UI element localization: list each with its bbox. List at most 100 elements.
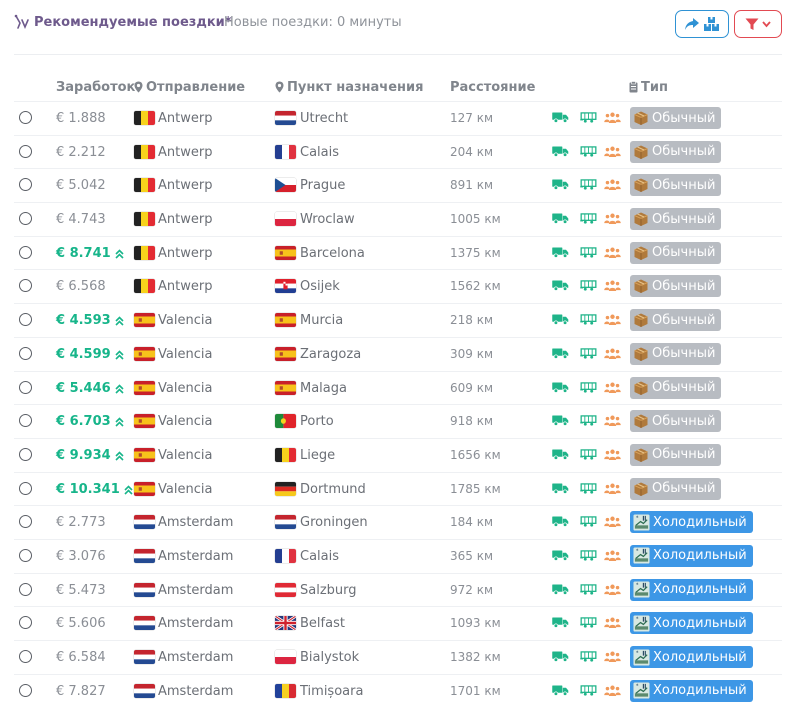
- destination-city: Utrecht: [300, 111, 349, 126]
- destination-flag-icon: [275, 144, 296, 159]
- table-row[interactable]: € 4.599 Valencia Zaragoza 309 км Обычный: [14, 336, 782, 371]
- origin-city: Valencia: [158, 414, 213, 430]
- cargo-type-label: Обычный: [652, 380, 716, 395]
- destination-flag-icon: [275, 481, 296, 496]
- table-row[interactable]: € 2.212 Antwerp Calais 204 км Обычный: [14, 134, 782, 169]
- earnings-value: € 3.076: [56, 549, 106, 564]
- table-row[interactable]: € 9.934 Valencia Liege 1656 км Обычный: [14, 437, 782, 472]
- row-select-radio[interactable]: [19, 279, 32, 293]
- table-row[interactable]: € 2.773 Amsterdam Groningen 184 км * Холодиль…: [14, 505, 782, 539]
- earnings-value: € 10.341: [56, 482, 133, 497]
- origin-flag-icon: [134, 313, 155, 328]
- column-origin[interactable]: Отправление: [134, 80, 245, 95]
- distance-value: 184 км: [450, 515, 494, 530]
- origin-flag-icon: [134, 111, 155, 125]
- distance-value: 609 км: [450, 380, 494, 395]
- team-icon: [604, 617, 621, 632]
- trailer-icon: [580, 516, 597, 531]
- distance-value: 127 км: [450, 111, 494, 125]
- row-select-radio[interactable]: [19, 144, 32, 158]
- table-row[interactable]: € 5.042 Antwerp Prague 891 км Обычный: [14, 168, 782, 202]
- share-trips-button[interactable]: [675, 10, 729, 38]
- origin-city: Valencia: [158, 447, 213, 463]
- row-select-radio[interactable]: [19, 582, 32, 596]
- destination-flag-icon: [275, 380, 296, 395]
- origin-city: Amsterdam: [158, 616, 234, 632]
- earnings-value: € 5.606: [56, 616, 106, 631]
- box-icon: [633, 278, 649, 294]
- origin-city: Valencia: [158, 313, 213, 329]
- earnings-text: € 6.568: [56, 279, 106, 295]
- row-select-radio[interactable]: [19, 650, 32, 663]
- origin-city: Antwerp: [158, 144, 213, 160]
- table-row[interactable]: € 1.888 Antwerp Utrecht 127 км Обычный: [14, 101, 782, 135]
- destination-flag-icon: [275, 582, 296, 597]
- table-row[interactable]: € 4.743 Antwerp Wroclaw 1005 км Обычный: [14, 202, 782, 236]
- row-select-radio[interactable]: [19, 683, 32, 697]
- earnings-text: € 5.473: [56, 582, 106, 598]
- table-row[interactable]: € 4.593 Valencia Murcia 218 км Обычный: [14, 303, 782, 337]
- origin-flag-icon: [134, 548, 155, 563]
- filter-button[interactable]: [734, 10, 782, 38]
- table-row[interactable]: € 5.446 Valencia Malaga 609 км Обычный: [14, 370, 782, 405]
- team-icon: [604, 651, 621, 666]
- earnings-value: € 4.599: [56, 347, 124, 362]
- origin-flag-icon: [134, 414, 155, 429]
- cargo-type-label: Обычный: [652, 312, 716, 328]
- trailer-icon: [580, 112, 597, 127]
- destination-flag-icon: [275, 683, 296, 698]
- column-distance[interactable]: Расстояние: [450, 80, 535, 95]
- row-select-radio[interactable]: [19, 380, 32, 394]
- cargo-type-label: Обычный: [652, 177, 716, 193]
- row-select-radio[interactable]: [19, 346, 32, 360]
- distance-value: 972 км: [450, 582, 494, 597]
- table-row[interactable]: € 10.341 Valencia Dortmund 1785 км Обычный: [14, 471, 782, 506]
- row-select-radio[interactable]: [19, 481, 32, 495]
- box-icon: [633, 481, 649, 497]
- table-row[interactable]: € 6.584 Amsterdam Bialystok 1382 км * Холодил…: [14, 640, 782, 674]
- row-select-radio[interactable]: [19, 616, 32, 630]
- column-type[interactable]: Тип: [629, 80, 668, 95]
- column-destination[interactable]: Пункт назначения: [275, 80, 423, 95]
- table-row[interactable]: € 6.568 Antwerp Osijek 1562 км Обычный: [14, 269, 782, 303]
- refrigerated-icon: *: [633, 581, 650, 598]
- refrigerated-icon: *: [633, 682, 650, 699]
- truck-icon: [552, 280, 569, 295]
- cargo-type-label: Холодильный: [653, 683, 747, 699]
- cargo-type-badge: * Холодильный: [630, 612, 753, 635]
- cargo-type-badge: Обычный: [630, 309, 722, 332]
- origin-flag-icon: [134, 212, 155, 227]
- table-row[interactable]: € 5.473 Amsterdam Salzburg 972 км * Холодильн…: [14, 572, 782, 607]
- row-select-radio[interactable]: [19, 548, 32, 562]
- row-select-radio[interactable]: [19, 178, 32, 192]
- origin-flag-icon: [134, 616, 155, 631]
- box-icon: [633, 177, 649, 193]
- column-earnings[interactable]: Заработок: [56, 80, 135, 95]
- table-row[interactable]: € 8.741 Antwerp Barcelona 1375 км Обычный: [14, 235, 782, 270]
- row-select-radio[interactable]: [19, 313, 32, 327]
- row-select-radio[interactable]: [19, 245, 32, 259]
- table-row[interactable]: € 6.703 Valencia Porto 918 км Обычный: [14, 404, 782, 438]
- table-row[interactable]: € 7.827 Amsterdam Timișoara 1701 км * Холодил…: [14, 673, 782, 707]
- box-icon: [633, 312, 649, 328]
- trailer-icon: [580, 684, 597, 700]
- box-icon: [633, 144, 649, 160]
- earnings-text: € 4.743: [56, 212, 106, 228]
- row-select-radio[interactable]: [19, 212, 32, 226]
- earnings-value: € 4.593: [56, 313, 124, 328]
- truck-icon: [552, 348, 569, 363]
- map-pin-icon: [275, 81, 284, 93]
- table-row[interactable]: € 5.606 Amsterdam Belfast 1093 км * Холодильн…: [14, 606, 782, 640]
- earnings-value: € 6.703: [56, 414, 124, 429]
- destination-city: Dortmund: [300, 481, 366, 497]
- trailer-icon: [580, 617, 597, 632]
- row-select-radio[interactable]: [19, 447, 32, 461]
- row-select-radio[interactable]: [19, 111, 32, 124]
- table-row[interactable]: € 3.076 Amsterdam Calais 365 км * Холодильный: [14, 538, 782, 573]
- truck-icon: [552, 381, 569, 397]
- map-pin-icon: [134, 81, 143, 93]
- row-select-radio[interactable]: [19, 515, 32, 529]
- row-select-radio[interactable]: [19, 414, 32, 428]
- trips-table-body: € 1.888 Antwerp Utrecht 127 км Обычный € 2.21…: [14, 101, 782, 707]
- cargo-type-label: Обычный: [652, 110, 716, 126]
